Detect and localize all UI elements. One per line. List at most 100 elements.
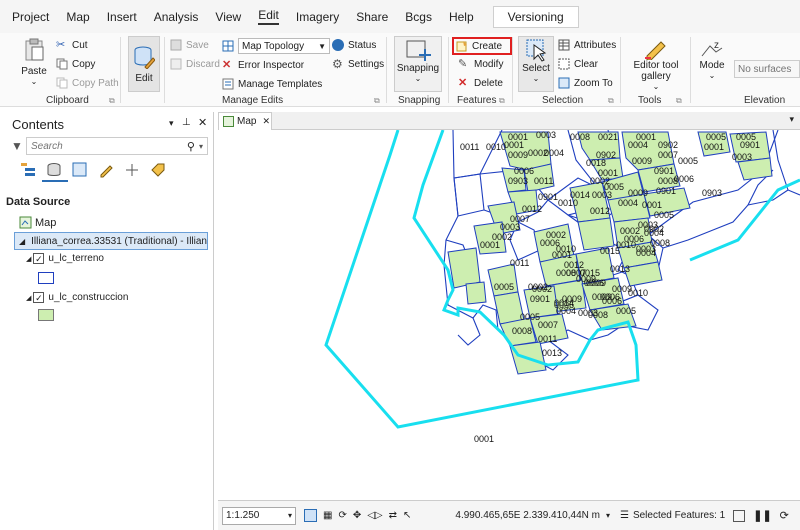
dialog-launcher-icon[interactable]: ⧉ — [676, 96, 682, 106]
selected-features-count[interactable]: Selected Features: 1 — [633, 510, 725, 521]
status-button[interactable]: Status — [332, 39, 376, 51]
map-tab[interactable]: Map ✕ — [218, 112, 272, 130]
pin-icon[interactable]: ⊥ — [182, 117, 191, 128]
menu-map[interactable]: Map — [66, 10, 89, 24]
select-button[interactable]: Select ⌄ — [518, 36, 554, 92]
database-node[interactable]: ◢ Illiana_correa.33531 (Traditional) - I… — [14, 232, 208, 250]
search-input[interactable] — [27, 138, 187, 154]
cut-button[interactable]: ✂ Cut — [56, 39, 88, 51]
parcel-label: 0021 — [598, 132, 618, 142]
layer-construccion[interactable]: ◢ ✓ u_lc_construccion — [26, 292, 128, 303]
close-icon[interactable]: ✕ — [262, 116, 270, 127]
discard-button[interactable]: Discard — [170, 58, 220, 70]
pause-draw-icon[interactable]: ◁▷ — [367, 510, 382, 521]
search-box[interactable]: ⚲ ▾ — [26, 137, 208, 155]
snap-icon[interactable]: ⇄ — [389, 510, 397, 521]
grid-icon[interactable] — [304, 509, 317, 522]
menu-share[interactable]: Share — [356, 10, 388, 24]
zoom-to-button[interactable]: Zoom To — [558, 77, 613, 89]
parcel-label: 0005 — [616, 306, 636, 316]
collapse-icon[interactable]: ◢ — [26, 294, 31, 302]
menu-versioning[interactable]: Versioning — [492, 5, 579, 28]
chevron-down-icon[interactable]: ▾ — [169, 118, 174, 129]
menu-view[interactable]: View — [215, 10, 241, 24]
attributes-button[interactable]: Attributes — [558, 39, 616, 51]
search-icon[interactable]: ⚲ — [187, 140, 195, 153]
parcel-label: 0902 — [644, 224, 664, 234]
error-inspector-button[interactable]: ✕ Error Inspector — [222, 59, 304, 71]
refresh-icon[interactable]: ⟳ — [338, 510, 346, 521]
selection-view-icon[interactable] — [72, 162, 88, 178]
create-button[interactable]: Create — [452, 37, 512, 55]
clipboard-group-label: Clipboard — [46, 95, 89, 106]
map-canvas[interactable]: 0011 00100001 0003 0008 0021 0001 0005 00050001… — [218, 130, 800, 500]
editor-tool-gallery-button[interactable]: Editor tool gallery ⌄ — [630, 38, 682, 91]
copy-path-button[interactable]: Copy Path — [56, 77, 119, 89]
layer-terreno[interactable]: ◢ ✓ u_lc_terreno — [26, 253, 104, 264]
scale-dropdown[interactable]: 1:1.250 ▾ — [222, 506, 296, 525]
dialog-launcher-icon[interactable]: ⧉ — [608, 96, 614, 106]
drawing-order-icon[interactable] — [20, 162, 36, 178]
error-icon: ✕ — [222, 59, 232, 71]
menu-bcgs[interactable]: Bcgs — [405, 10, 432, 24]
edit-button[interactable]: Edit — [128, 36, 160, 92]
chevron-down-icon: ⌄ — [414, 74, 422, 83]
clear-button[interactable]: Clear — [558, 58, 598, 70]
dialog-launcher-icon[interactable]: ⧉ — [109, 96, 115, 106]
menu-analysis[interactable]: Analysis — [154, 10, 199, 24]
chevron-down-icon: ▼ — [318, 41, 326, 51]
select-label: Select — [522, 63, 550, 74]
paste-button[interactable]: Paste ⌄ — [18, 38, 50, 86]
dialog-launcher-icon[interactable]: ⧉ — [374, 96, 380, 106]
menu-insert[interactable]: Insert — [107, 10, 137, 24]
settings-button[interactable]: ⚙ Settings — [332, 58, 384, 70]
elevation-mode-button[interactable]: z Mode ⌄ — [696, 38, 728, 80]
snapping-view-icon[interactable] — [124, 162, 140, 178]
menu-edit[interactable]: Edit — [258, 8, 279, 25]
chevron-down-icon[interactable]: ▾ — [789, 114, 794, 125]
parcel-label: 0001 — [474, 434, 494, 444]
snapping-button[interactable]: Snapping ⌄ — [394, 36, 442, 92]
menu-imagery[interactable]: Imagery — [296, 10, 339, 24]
parcel-label: 0005 — [678, 156, 698, 166]
refresh-view-icon[interactable] — [733, 509, 746, 522]
collapse-icon[interactable]: ◢ — [26, 255, 31, 263]
map-node[interactable]: Map — [19, 216, 56, 229]
collapse-icon[interactable]: ◢ — [19, 237, 25, 246]
surface-input[interactable] — [734, 60, 800, 78]
parcel-label: 0902 — [596, 150, 616, 160]
editing-view-icon[interactable] — [98, 162, 114, 178]
labeling-view-icon[interactable] — [150, 162, 166, 178]
chevron-down-icon[interactable]: ▾ — [606, 511, 610, 520]
close-icon[interactable]: ✕ — [198, 116, 207, 129]
list-by-source-icon[interactable] — [46, 162, 62, 178]
manage-templates-button[interactable]: Manage Templates — [222, 78, 322, 90]
terreno-symbol[interactable] — [38, 272, 54, 284]
cut-label: Cut — [72, 39, 88, 51]
construccion-symbol[interactable] — [38, 309, 54, 321]
delete-button[interactable]: ✕ Delete — [458, 77, 503, 89]
menu-project[interactable]: Project — [12, 10, 49, 24]
elevation-group-label: Elevation — [744, 95, 786, 106]
paste-label: Paste — [21, 66, 47, 77]
elevation-mode-icon: z — [701, 40, 723, 57]
table-icon[interactable]: ▦ — [323, 510, 332, 521]
dialog-launcher-icon[interactable]: ⧉ — [499, 96, 505, 106]
filter-icon[interactable]: ▼ — [11, 139, 23, 153]
pause-icon[interactable]: ❚❚ — [753, 509, 771, 522]
modify-button[interactable]: ✎ Modify — [458, 58, 503, 70]
navigator-icon[interactable]: ✥ — [353, 510, 361, 521]
parcel-label: 0006 — [600, 292, 620, 302]
cursor-icon[interactable]: ↖ — [403, 510, 411, 521]
copy-button[interactable]: Copy — [56, 58, 95, 70]
refresh-icon[interactable]: ⟳ — [780, 509, 789, 522]
parcel-label: 0001 — [504, 140, 524, 150]
chevron-down-icon[interactable]: ▾ — [199, 142, 203, 151]
save-button[interactable]: Save — [170, 39, 209, 51]
map-topology-dropdown[interactable]: Map Topology ▼ — [222, 38, 330, 54]
parcel-label: 0012 — [590, 206, 610, 216]
checkbox-checked-icon[interactable]: ✓ — [33, 253, 45, 264]
map-view[interactable]: 0011 0010 0001 0003 0008 0021 0001 0005 0005 0001… — [218, 130, 800, 500]
checkbox-checked-icon[interactable]: ✓ — [33, 292, 45, 303]
menu-help[interactable]: Help — [449, 10, 474, 24]
